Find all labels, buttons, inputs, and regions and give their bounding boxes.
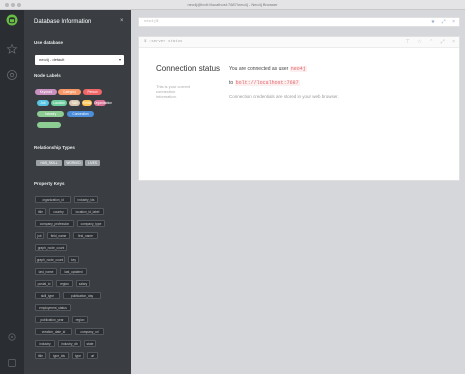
node-label-pill[interactable]: Organization [94, 100, 112, 106]
node-label-pill[interactable] [37, 122, 61, 128]
relationship-type-pill[interactable]: HAS_SKILL [36, 160, 62, 166]
editor-prompt: neo4j$ [144, 20, 159, 24]
property-key[interactable]: postal_id [35, 280, 53, 287]
property-key[interactable]: region [72, 316, 88, 323]
property-key[interactable]: industry [35, 340, 55, 347]
connection-url-prefix: to [229, 80, 234, 86]
star-icon[interactable] [6, 43, 18, 55]
node-label-pill[interactable]: Job [37, 100, 49, 106]
property-key[interactable]: type [72, 352, 84, 359]
node-label-pill[interactable]: Person [83, 89, 102, 95]
property-key[interactable]: employment_status [35, 304, 71, 311]
property-key[interactable]: industry_db [58, 340, 81, 347]
node-label-pill[interactable]: Keyword [35, 89, 57, 95]
property-key[interactable]: title [35, 208, 46, 215]
fullscreen-icon[interactable]: ⤢ [441, 39, 445, 45]
property-key[interactable]: organization_id [35, 196, 71, 203]
property-key[interactable]: first_name [73, 232, 98, 239]
property-key[interactable]: company_url [75, 328, 104, 335]
expand-icon[interactable]: ⤢ [442, 19, 446, 25]
icon-bar [0, 10, 24, 374]
database-information-drawer: Database Information × Use database neo4… [24, 10, 131, 374]
property-key[interactable]: skill_type [35, 292, 60, 299]
property-key[interactable]: publication_day [63, 292, 101, 299]
chevron-down-icon: ▾ [118, 57, 121, 62]
node-label-pill[interactable]: Fields [82, 100, 92, 106]
relationship-type-pill[interactable]: LIVES [85, 160, 100, 166]
property-key[interactable]: creation_date_id [35, 328, 72, 335]
relationship-type-pill[interactable]: WORKED [64, 160, 83, 166]
connection-url-code: bolt://localhost:7687 [234, 80, 300, 86]
window-title: neo4j@bolt://localhost:7687/neo4j - Neo4… [187, 2, 278, 7]
about-icon[interactable] [6, 357, 18, 369]
property-key[interactable]: type_ids [49, 352, 69, 359]
pin-icon[interactable]: ⊤ [405, 39, 409, 45]
property-key[interactable]: last_name [35, 268, 57, 275]
star-frame-icon[interactable]: ☆ [417, 39, 421, 45]
frame-command[interactable]: $ :server status [144, 40, 182, 44]
relationship-types-heading: Relationship Types [34, 145, 75, 150]
connected-user-prefix: You are connected as user [229, 66, 289, 72]
property-key[interactable]: url [87, 352, 98, 359]
connection-status-heading: Connection status [156, 64, 221, 73]
node-label-pill[interactable]: Category [58, 89, 81, 95]
property-key[interactable]: last_updated [60, 268, 87, 275]
frame-header: $ :server status ⊤ ☆ ⌃ ⤢ × [139, 37, 459, 48]
connection-url-line: to bolt://localhost:7687 [229, 80, 300, 86]
node-label-pill[interactable]: Industry [37, 111, 64, 117]
drawer-title: Database Information [34, 19, 92, 25]
close-drawer-icon[interactable]: × [120, 18, 124, 24]
credentials-note: Connection credentials are stored in you… [229, 94, 339, 99]
collapse-icon[interactable]: ⌃ [429, 39, 433, 45]
username-code: neo4j [289, 66, 307, 72]
main-stream: neo4j$ ★ ⤢ × $ :server status ⊤ ☆ ⌃ ⤢ × … [131, 10, 465, 374]
property-key[interactable]: company_type [77, 220, 105, 227]
property-key[interactable]: company_profession [35, 220, 74, 227]
property-key[interactable]: field_name [47, 232, 70, 239]
settings-icon[interactable] [6, 331, 18, 343]
cypher-editor[interactable]: neo4j$ ★ ⤢ × [138, 17, 460, 27]
property-key[interactable]: graph_node_count [35, 244, 67, 251]
help-icon[interactable] [6, 69, 18, 81]
property-key[interactable]: key [68, 256, 79, 263]
editor-actions: ★ ⤢ × [426, 19, 455, 25]
connection-status-description: This is your current connection informat… [156, 84, 191, 99]
frame-actions: ⊤ ☆ ⌃ ⤢ × [399, 39, 455, 45]
property-key[interactable]: job [35, 232, 44, 239]
property-key[interactable]: industry_ids [74, 196, 98, 203]
property-key[interactable]: region [56, 280, 73, 287]
property-key[interactable]: location_id_label [71, 208, 104, 215]
connected-user-line: You are connected as user neo4j [229, 66, 307, 72]
database-icon[interactable] [6, 14, 18, 26]
database-select[interactable]: neo4j - default ▾ [35, 55, 124, 65]
property-keys-heading: Property Keys [34, 181, 65, 186]
node-label-pill[interactable]: Connection [67, 111, 94, 117]
favorite-star-icon[interactable]: ★ [431, 19, 435, 25]
close-frame-icon[interactable]: × [452, 39, 455, 45]
property-key[interactable]: publication_year [35, 316, 69, 323]
result-frame: $ :server status ⊤ ☆ ⌃ ⤢ × Connection st… [138, 36, 460, 181]
property-key[interactable]: state [84, 340, 96, 347]
title-bar: neo4j@bolt://localhost:7687/neo4j - Neo4… [0, 0, 465, 10]
property-key[interactable]: country [49, 208, 68, 215]
node-labels-heading: Node Labels [34, 73, 61, 78]
node-label-pill[interactable]: Location [51, 100, 67, 106]
property-key[interactable]: title [35, 352, 46, 359]
use-database-heading: Use database [34, 40, 64, 45]
property-key[interactable]: salary [76, 280, 90, 287]
database-select-value: neo4j - default [39, 57, 65, 62]
node-label-pill[interactable]: Skill [69, 100, 80, 106]
clear-editor-icon[interactable]: × [452, 19, 455, 25]
property-key[interactable]: graph_node_count [35, 256, 65, 263]
